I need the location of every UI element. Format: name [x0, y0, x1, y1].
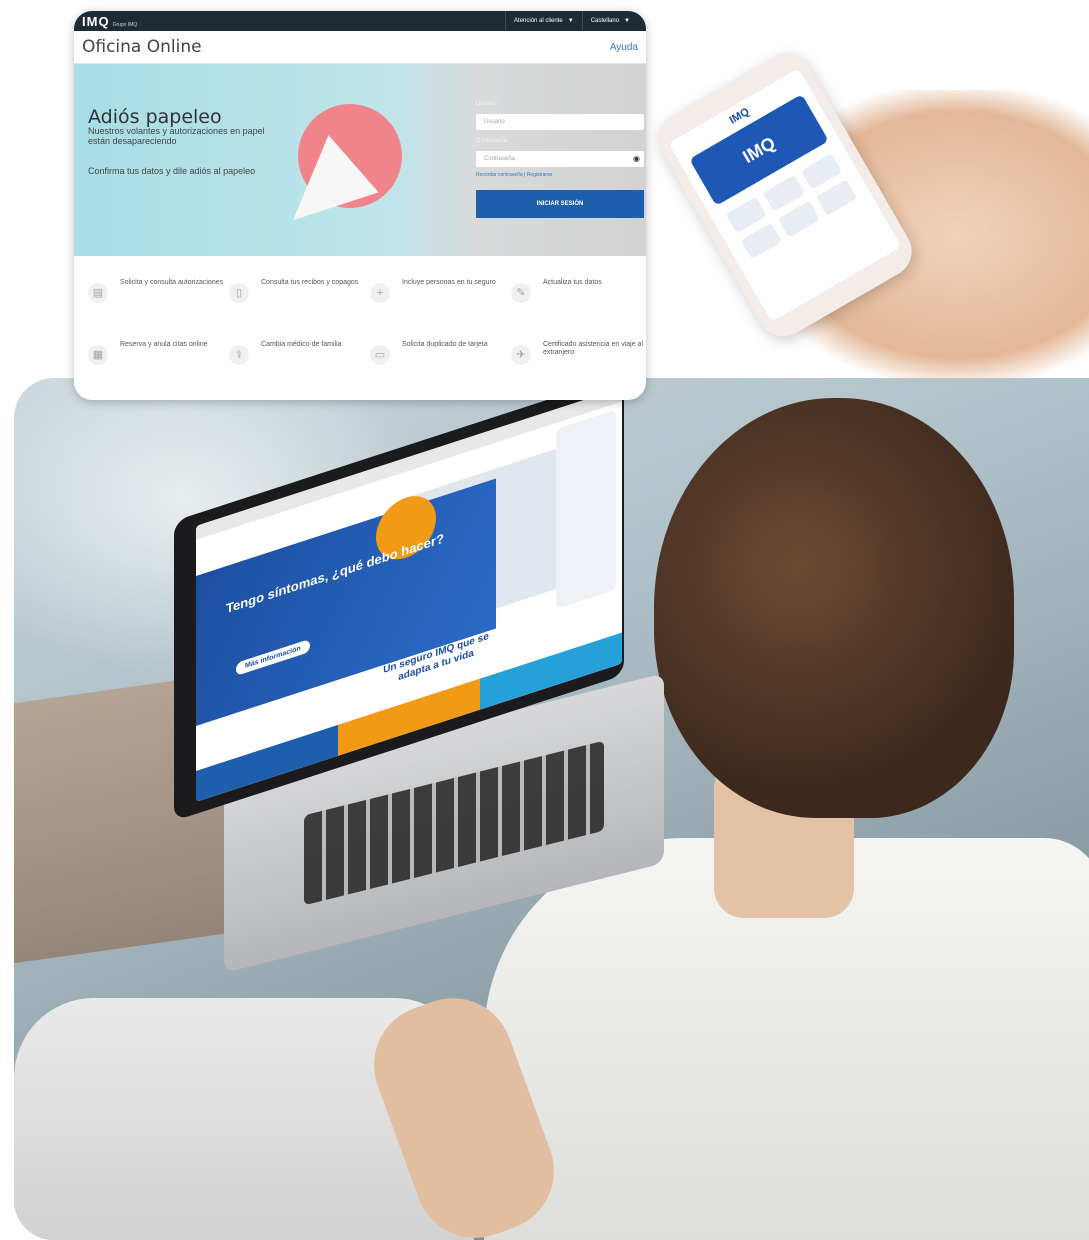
- user-label: Usuario: [476, 101, 497, 107]
- service-label: Certificado asistencia en viaje al extra…: [543, 341, 643, 356]
- service-authorizations[interactable]: ▤ Solicita y consulta autorizaciones: [88, 279, 226, 319]
- page-title: Oficina Online: [82, 37, 202, 57]
- login-button[interactable]: INICIAR SESIÓN: [476, 190, 644, 218]
- plane-icon: ✈: [511, 345, 531, 365]
- imq-logo-sub: Grupo IMQ: [112, 22, 138, 28]
- phone-app-tile[interactable]: [815, 179, 858, 216]
- banner-heading: Adiós papeleo: [88, 106, 222, 128]
- laptop: Tengo síntomas, ¿qué debo hacer? Más inf…: [164, 378, 664, 973]
- service-add-people[interactable]: + Incluye personas en tu seguro: [370, 279, 508, 319]
- doctor-icon: ⚕: [229, 345, 249, 365]
- imq-logo[interactable]: IMQ: [82, 14, 110, 29]
- recover-register-links[interactable]: Recordar contraseña | Registrarse: [476, 172, 552, 178]
- service-label: Cambia médico de familia: [261, 341, 342, 348]
- service-receipts[interactable]: ▯ Consulta tus recibos y copagos: [229, 279, 367, 319]
- service-label: Incluye personas en tu seguro: [402, 279, 496, 286]
- service-duplicate-card[interactable]: ▭ Solicita duplicado de tarjeta: [370, 341, 508, 381]
- calendar-icon: ▦: [88, 345, 108, 365]
- service-label: Reserva y anula citas online: [120, 341, 208, 348]
- banner-text: Nuestros volantes y autorizaciones en pa…: [88, 126, 265, 146]
- lifestyle-photo: Tengo síntomas, ¿qué debo hacer? Más inf…: [14, 378, 1089, 1240]
- chevron-down-icon: ▼: [624, 18, 630, 24]
- top-bar: IMQ Grupo IMQ Atención al cliente ▼ Cast…: [74, 11, 646, 31]
- login-form: Usuario Usuario Contraseña Contraseña ◉ …: [476, 64, 646, 256]
- service-label: Actualiza tus datos: [543, 279, 602, 286]
- person-add-icon: +: [370, 283, 390, 303]
- user-input[interactable]: Usuario: [476, 114, 644, 130]
- user-edit-icon: ✎: [511, 283, 531, 303]
- woman-hair: [654, 398, 1014, 818]
- customer-service-label: Atención al cliente: [514, 18, 563, 24]
- language-menu[interactable]: Castellano ▼: [581, 11, 638, 31]
- service-label: Solicita duplicado de tarjeta: [402, 341, 488, 348]
- chat-panel: [556, 409, 616, 609]
- banner-text-2: Confirma tus datos y dile adiós al papel…: [88, 166, 256, 176]
- service-change-doctor[interactable]: ⚕ Cambia médico de familia: [229, 341, 367, 381]
- service-label: Solicita y consulta autorizaciones: [120, 279, 224, 286]
- services-grid: ▤ Solicita y consulta autorizaciones ▯ C…: [74, 255, 646, 400]
- phone-app-tile[interactable]: [778, 200, 820, 238]
- page-header: Oficina Online Ayuda: [74, 31, 646, 64]
- help-link[interactable]: Ayuda: [610, 42, 638, 53]
- show-password-icon[interactable]: ◉: [633, 151, 640, 167]
- phone-app-tile[interactable]: [740, 222, 783, 260]
- password-input[interactable]: Contraseña ◉: [476, 151, 644, 167]
- customer-service-menu[interactable]: Atención al cliente ▼: [505, 11, 582, 31]
- service-travel-certificate[interactable]: ✈ Certificado asistencia en viaje al ext…: [511, 341, 646, 381]
- document-icon: ▤: [88, 283, 108, 303]
- card-icon: ▭: [370, 345, 390, 365]
- password-placeholder: Contraseña: [484, 156, 516, 162]
- hero-banner: Adiós papeleo Nuestros volantes y autori…: [74, 64, 646, 256]
- service-update-data[interactable]: ✎ Actualiza tus datos: [511, 279, 646, 319]
- password-label: Contraseña: [476, 138, 508, 144]
- receipt-icon: ▯: [229, 283, 249, 303]
- oficina-online-card: IMQ Grupo IMQ Atención al cliente ▼ Cast…: [74, 11, 646, 400]
- language-label: Castellano: [590, 18, 620, 24]
- service-label: Consulta tus recibos y copagos: [261, 279, 359, 286]
- chevron-down-icon: ▼: [567, 18, 574, 24]
- service-appointments[interactable]: ▦ Reserva y anula citas online: [88, 341, 226, 381]
